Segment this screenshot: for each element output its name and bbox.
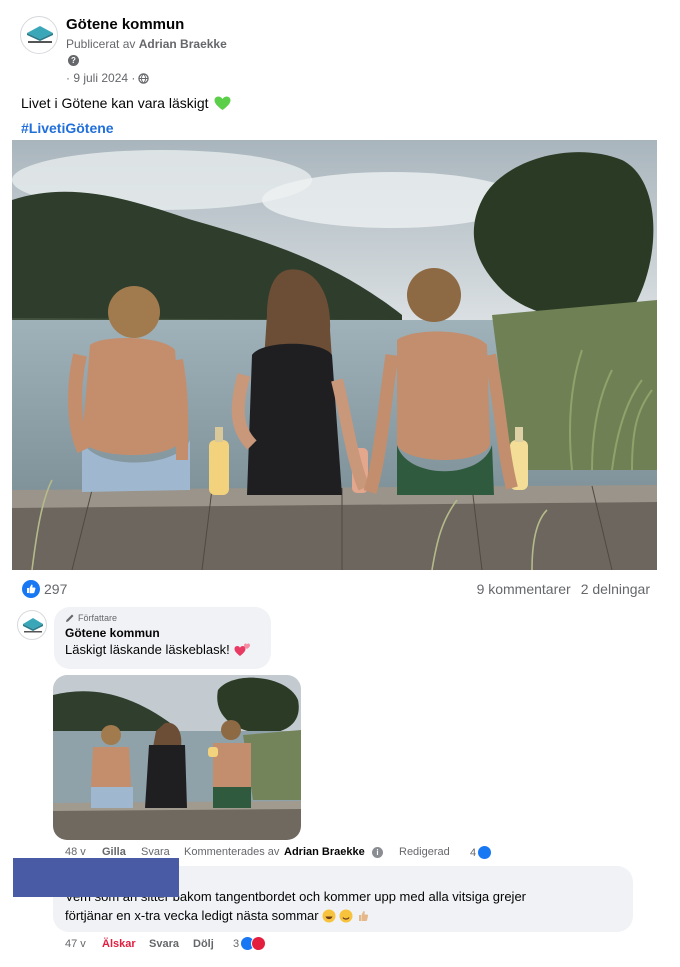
globe-icon [138, 72, 150, 84]
post-text-content: Livet i Götene kan vara läskigt [21, 95, 209, 111]
love-button[interactable]: Älskar [102, 938, 136, 950]
comment-time[interactable]: 47 v [65, 938, 86, 950]
byline-author[interactable]: Adrian Braekke [139, 37, 227, 51]
comment-photo[interactable] [53, 675, 301, 840]
comment-text: Läskigt läskande läskeblask! [65, 642, 260, 657]
info-icon[interactable]: ? [68, 55, 79, 66]
post-photo[interactable] [12, 140, 657, 570]
post-date[interactable]: · 9 juli 2024 · [66, 71, 135, 85]
smiling-emoji-icon [339, 909, 353, 922]
edited-label[interactable]: Redigerad [399, 846, 450, 858]
commented-by-name[interactable]: Adrian Braekke [284, 846, 365, 858]
comment-bubble: Författare Götene kommun Läskigt läskand… [54, 607, 271, 669]
love-reaction-icon [251, 936, 267, 951]
like-button[interactable]: Gilla [102, 846, 126, 858]
pencil-icon [66, 614, 74, 622]
comment-avatar[interactable] [17, 610, 47, 640]
comment-actions: 47 v Älskar Svara Dölj [65, 938, 365, 954]
redacted-block [13, 858, 179, 897]
comment-author-name[interactable]: Götene kommun [65, 626, 260, 640]
page-logo-icon[interactable] [20, 16, 58, 54]
comment-count-link[interactable]: 9 kommentarer [477, 581, 571, 597]
page-name[interactable]: Götene kommun [66, 16, 184, 33]
thumbs-up-emoji-icon [358, 910, 368, 921]
comment-reactions[interactable]: 3 [233, 936, 267, 951]
post-stats: 297 9 kommentarer 2 delningar [22, 579, 650, 599]
comment-reaction-count: 4 [470, 846, 477, 859]
comment-line: förtjänar en x-tra vecka ledigt nästa so… [65, 906, 621, 925]
byline-prefix: Publicerat av [66, 37, 136, 51]
author-tag: Författare [65, 613, 260, 623]
hashtag-link[interactable]: #LivetiGötene [21, 120, 114, 136]
post-date-row: · 9 juli 2024 · [66, 71, 150, 85]
comment-time[interactable]: 48 v [65, 846, 86, 858]
post-header: Götene kommun Publicerat av Adrian Braek… [20, 14, 660, 94]
like-count[interactable]: 297 [44, 581, 67, 597]
green-heart-icon [214, 96, 231, 110]
commented-by-prefix: Kommenterades av [184, 846, 280, 858]
comment-reaction-count: 3 [233, 937, 240, 950]
hide-button[interactable]: Dölj [193, 938, 214, 950]
share-count-link[interactable]: 2 delningar [581, 581, 650, 597]
laughing-emoji-icon [322, 909, 336, 922]
author-tag-label: Författare [78, 613, 118, 623]
comment-reactions[interactable]: 4 [470, 845, 493, 860]
comment-text-content: Läskigt läskande läskeblask! [65, 642, 230, 657]
info-icon[interactable]: i [372, 847, 383, 858]
stats-right: 9 kommentarer 2 delningar [477, 581, 650, 597]
hearts-emoji-icon [234, 643, 250, 656]
post-text: Livet i Götene kan vara läskigt [21, 95, 231, 111]
reply-button[interactable]: Svara [149, 938, 179, 950]
like-reaction-icon [477, 845, 493, 860]
comment-text-line2: förtjänar en x-tra vecka ledigt nästa so… [65, 908, 319, 923]
reply-button[interactable]: Svara [141, 846, 170, 858]
like-reaction-icon[interactable] [22, 580, 40, 598]
byline: Publicerat av Adrian Braekke [66, 37, 227, 51]
